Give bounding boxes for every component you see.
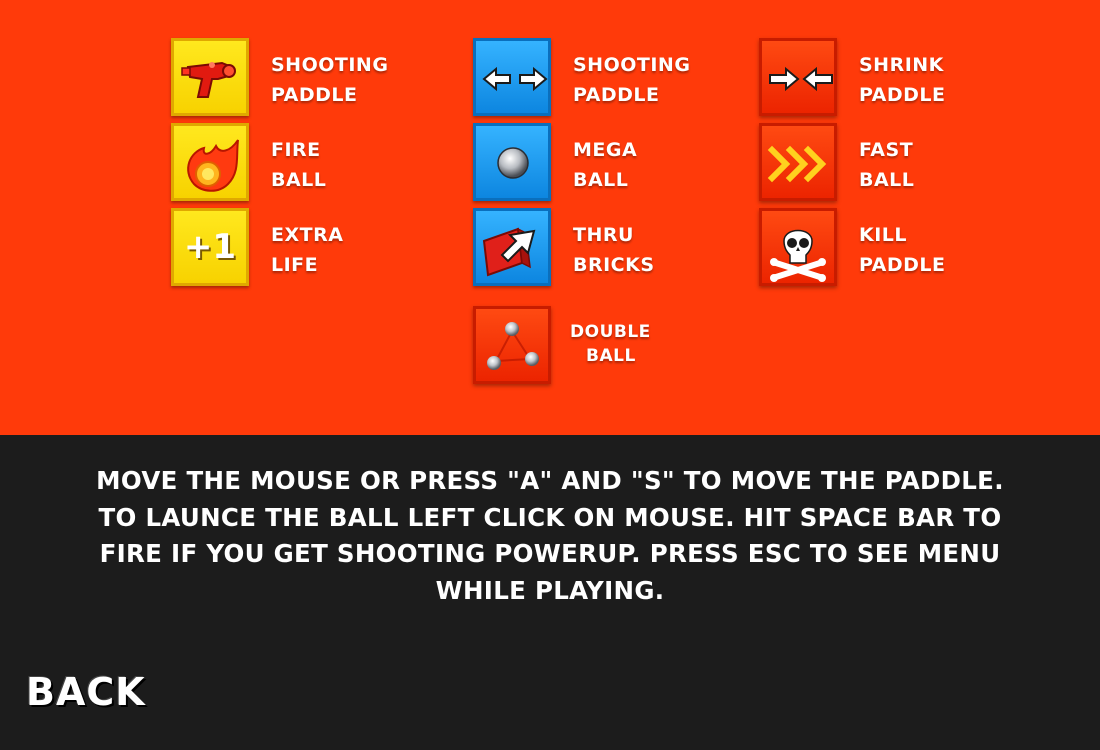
fireball-icon <box>171 123 249 201</box>
instructions-line: WHILE PLAYING. <box>435 575 665 605</box>
powerup-label-line1: SHRINK <box>859 54 944 76</box>
powerup-label-line2: BALL <box>586 346 636 366</box>
powerup-label: FAST BALL <box>859 135 914 195</box>
powerup-label-line1: THRU <box>573 224 634 246</box>
powerup-label-line2: LIFE <box>271 254 319 276</box>
powerup-label-line1: MEGA <box>573 139 638 161</box>
powerup-label: DOUBLE BALL <box>570 320 651 368</box>
powerup-label: THRU BRICKS <box>573 220 655 280</box>
instructions-line: FIRE IF YOU GET SHOOTING POWERUP. PRESS … <box>99 539 1001 568</box>
plus-one-text: +1 <box>183 227 237 267</box>
powerup-label-line2: BALL <box>859 169 915 191</box>
instructions-text: MOVE THE MOUSE OR PRESS "A" AND "S" TO M… <box>40 463 1060 609</box>
powerup-label-line2: BALL <box>271 169 327 191</box>
powerup-label: SHRINK PADDLE <box>859 50 946 110</box>
powerup-label-line1: DOUBLE <box>570 322 651 342</box>
powerup-label-line2: BRICKS <box>573 254 655 276</box>
powerup-label-line2: PADDLE <box>859 84 946 106</box>
powerup-label-line1: FAST <box>859 139 914 161</box>
triple-balls-icon <box>473 306 551 384</box>
skull-crossbones-icon <box>759 208 837 286</box>
powerup-label-line1: SHOOTING <box>573 54 691 76</box>
powerup-label-line2: PADDLE <box>271 84 358 106</box>
powerup-label: MEGA BALL <box>573 135 637 195</box>
powerup-label-line2: PADDLE <box>859 254 946 276</box>
powerup-label: FIRE BALL <box>271 135 326 195</box>
powerup-label-line1: EXTRA <box>271 224 344 246</box>
steel-ball-icon <box>473 123 551 201</box>
powerup-label: EXTRA LIFE <box>271 220 343 280</box>
powerup-label-line1: FIRE <box>271 139 321 161</box>
powerup-label: KILL PADDLE <box>859 220 946 280</box>
powerup-label: SHOOTING PADDLE <box>271 50 388 110</box>
chevrons-right-icon <box>759 123 837 201</box>
expand-arrows-icon <box>473 38 551 116</box>
powerup-label-line1: KILL <box>859 224 908 246</box>
powerup-label: SHOOTING PADDLE <box>573 50 690 110</box>
powerup-label-line1: SHOOTING <box>271 54 389 76</box>
back-button[interactable]: BACK <box>26 670 146 714</box>
plus-one-icon: +1 <box>171 208 249 286</box>
ray-gun-icon <box>171 38 249 116</box>
instructions-line: TO LAUNCE THE BALL LEFT CLICK ON MOUSE. … <box>98 502 1002 532</box>
instructions-line: MOVE THE MOUSE OR PRESS "A" AND "S" TO M… <box>96 466 1004 495</box>
brick-arrow-icon <box>473 208 551 286</box>
powerup-label-line2: PADDLE <box>573 84 660 106</box>
powerup-label-line2: BALL <box>573 169 629 191</box>
shrink-arrows-icon <box>759 38 837 116</box>
